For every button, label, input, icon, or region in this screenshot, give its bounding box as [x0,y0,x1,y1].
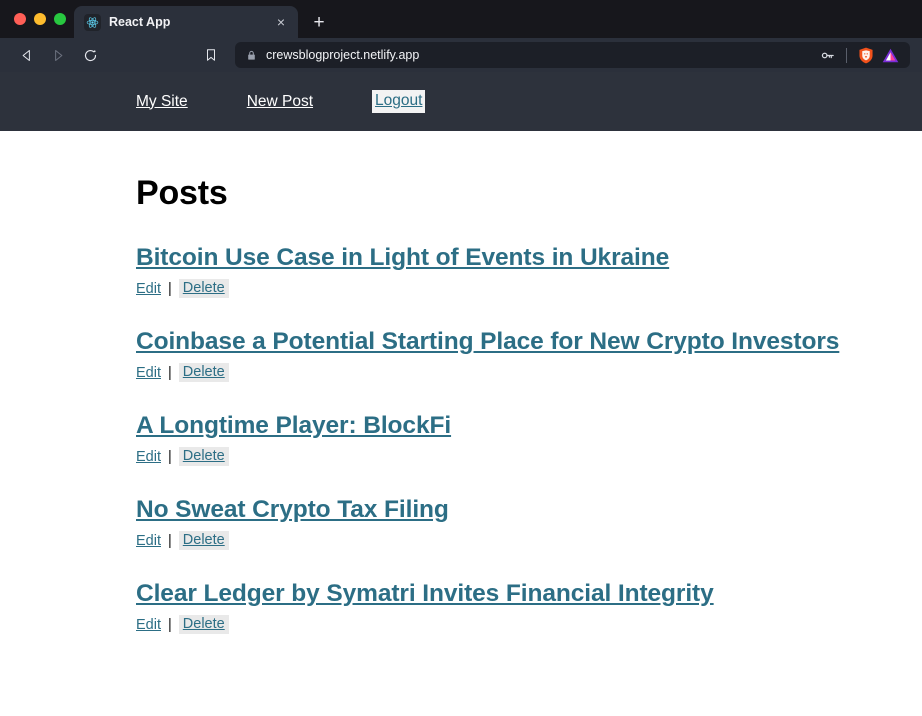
url-text[interactable]: crewsblogproject.netlify.app [266,48,806,62]
back-arrow-icon[interactable] [12,42,42,68]
forward-arrow-icon [42,42,72,68]
tab-title: React App [109,15,171,29]
new-tab-button[interactable]: + [304,6,334,38]
delete-post-link[interactable]: Delete [178,447,229,466]
post-actions: Edit | Delete [136,447,922,466]
post-title-link[interactable]: Bitcoin Use Case in Light of Events in U… [136,244,669,272]
post-list-item: A Longtime Player: BlockFi Edit | Delete [136,412,922,466]
close-tab-icon[interactable]: × [272,13,290,31]
site-navigation: My Site New Post Logout [0,72,922,131]
delete-post-link[interactable]: Delete [178,531,229,550]
post-list-item: Coinbase a Potential Starting Place for … [136,328,922,382]
post-title-link[interactable]: No Sweat Crypto Tax Filing [136,496,449,524]
nav-link-my-site[interactable]: My Site [136,93,188,111]
post-actions: Edit | Delete [136,531,922,550]
react-logo-icon [84,13,101,31]
main-content: Posts Bitcoin Use Case in Light of Event… [0,131,922,659]
toolbar-divider [846,47,847,63]
post-title-link[interactable]: Coinbase a Potential Starting Place for … [136,328,839,356]
post-list-item: No Sweat Crypto Tax Filing Edit | Delete [136,496,922,550]
action-separator: | [168,280,172,297]
action-separator: | [168,616,172,633]
delete-post-link[interactable]: Delete [178,363,229,382]
action-separator: | [168,364,172,381]
delete-post-link[interactable]: Delete [178,279,229,298]
lock-icon [246,49,257,62]
brave-rewards-triangle-icon[interactable] [878,44,902,66]
maximize-window-button[interactable] [54,13,66,25]
tab-strip: React App × + [0,0,922,38]
minimize-window-button[interactable] [34,13,46,25]
post-actions: Edit | Delete [136,279,922,298]
edit-post-link[interactable]: Edit [136,281,161,297]
post-list-item: Clear Ledger by Symatri Invites Financia… [136,580,922,634]
reload-icon[interactable] [75,42,105,68]
post-title-link[interactable]: A Longtime Player: BlockFi [136,412,451,440]
post-actions: Edit | Delete [136,363,922,382]
browser-toolbar: crewsblogproject.netlify.app [0,38,922,72]
post-title-link[interactable]: Clear Ledger by Symatri Invites Financia… [136,580,714,608]
page-title: Posts [136,174,228,212]
post-list-item: Bitcoin Use Case in Light of Events in U… [136,244,922,298]
address-bar[interactable]: crewsblogproject.netlify.app [235,42,910,68]
nav-link-logout[interactable]: Logout [372,90,426,113]
delete-post-link[interactable]: Delete [178,615,229,634]
edit-post-link[interactable]: Edit [136,449,161,465]
brave-shield-icon[interactable] [854,44,878,66]
post-actions: Edit | Delete [136,615,922,634]
edit-post-link[interactable]: Edit [136,365,161,381]
nav-link-new-post[interactable]: New Post [247,93,313,111]
action-separator: | [168,448,172,465]
browser-chrome: React App × + crewsblogproject.netlify.a… [0,0,922,72]
action-separator: | [168,532,172,549]
key-icon[interactable] [815,48,839,63]
browser-tab[interactable]: React App × [74,6,298,38]
bookmark-icon[interactable] [197,42,225,68]
edit-post-link[interactable]: Edit [136,533,161,549]
edit-post-link[interactable]: Edit [136,617,161,633]
window-controls [10,0,74,38]
close-window-button[interactable] [14,13,26,25]
address-bar-actions [815,44,902,66]
